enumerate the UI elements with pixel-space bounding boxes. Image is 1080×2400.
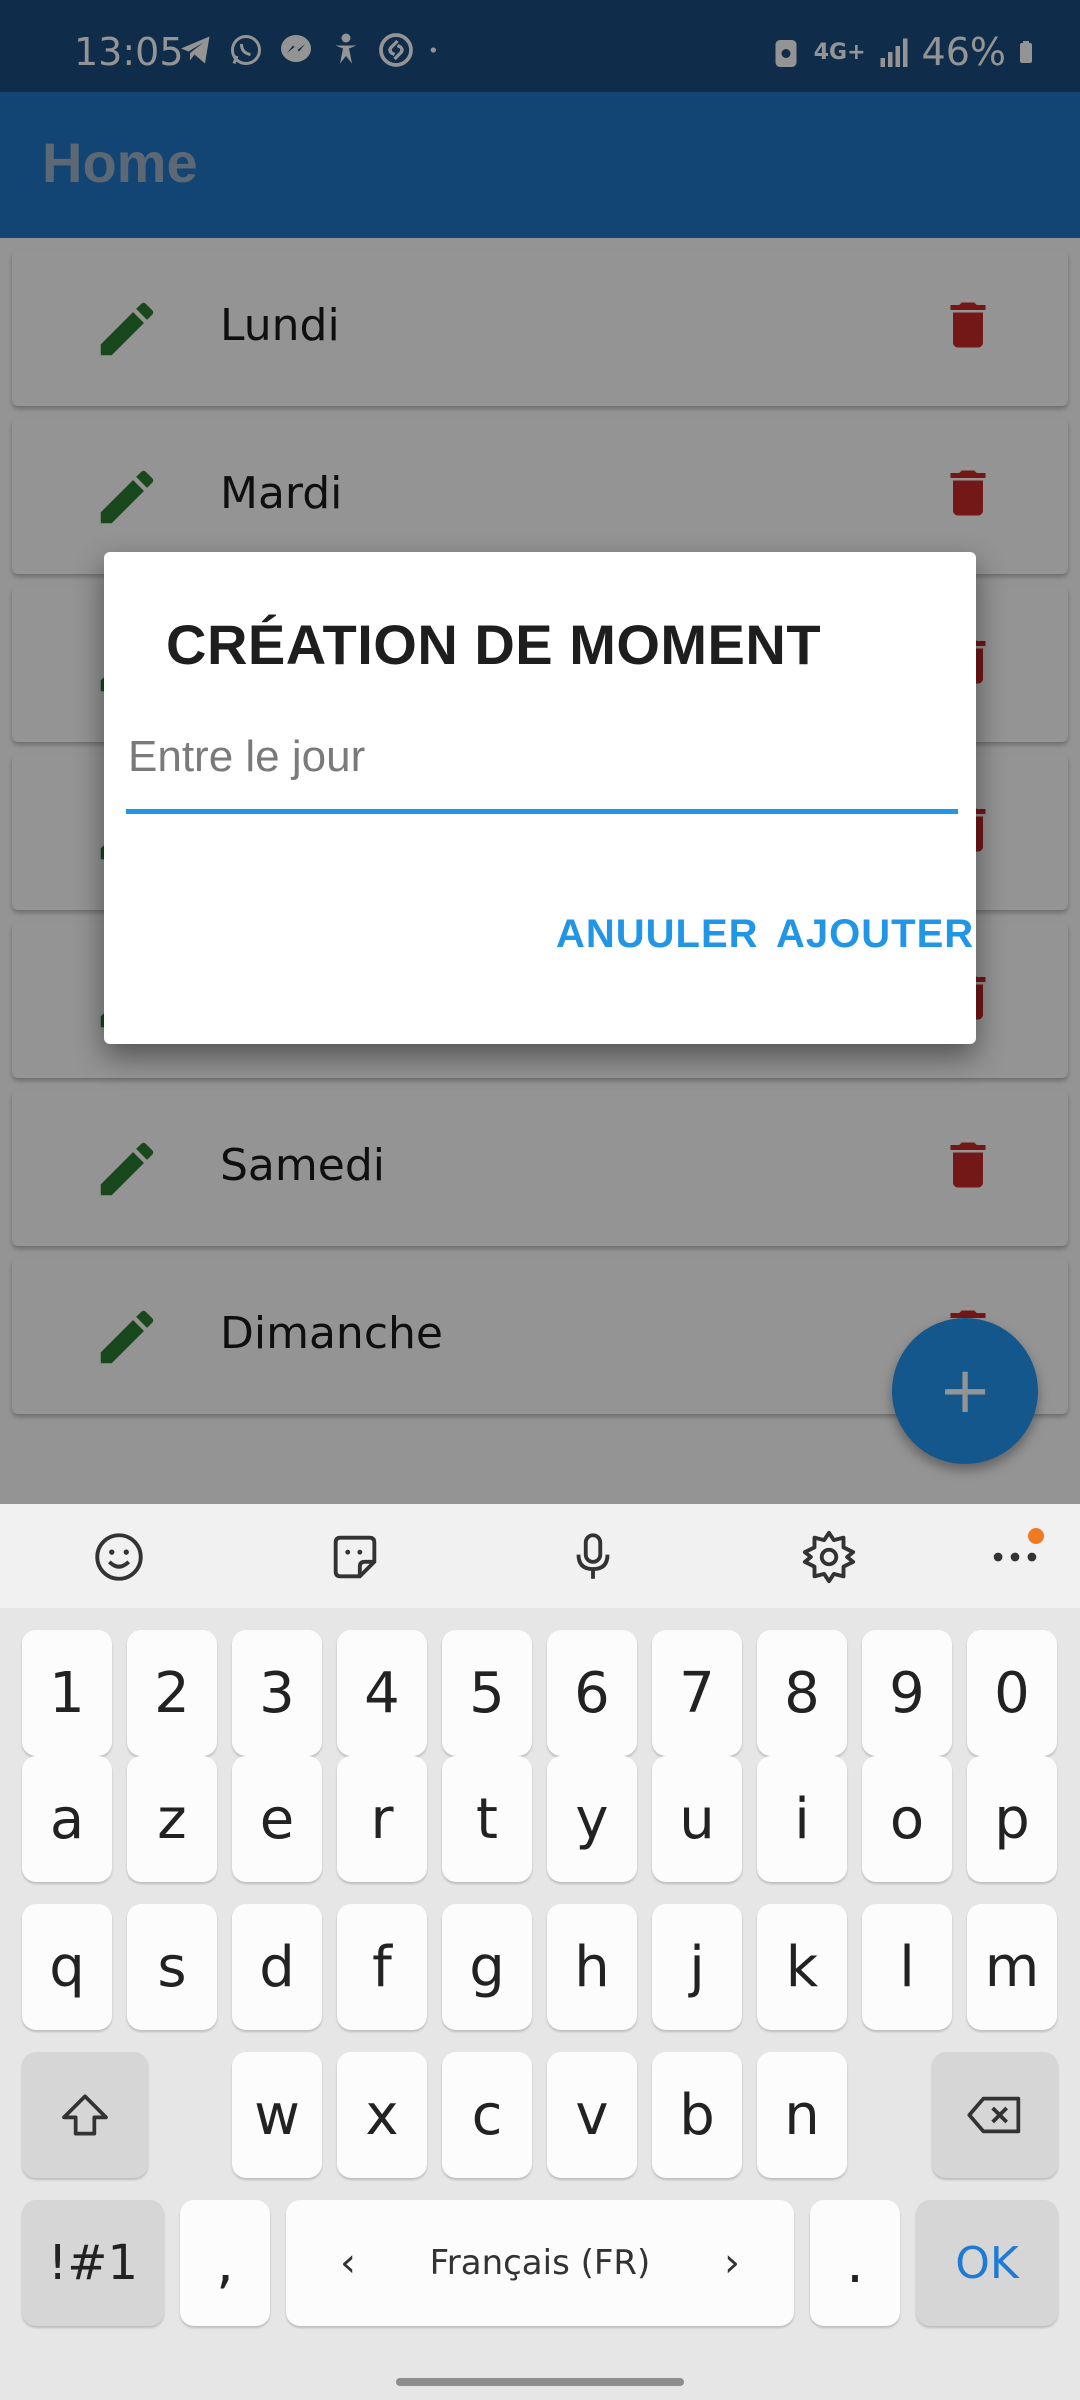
- key[interactable]: 0: [967, 1630, 1057, 1756]
- key[interactable]: o: [862, 1756, 952, 1882]
- comma-key[interactable]: ,: [180, 2200, 270, 2326]
- key[interactable]: h: [547, 1904, 637, 2030]
- sticker-icon[interactable]: [326, 1528, 384, 1586]
- key[interactable]: p: [967, 1756, 1057, 1882]
- key[interactable]: l: [862, 1904, 952, 2030]
- shift-icon: [62, 2094, 108, 2136]
- key[interactable]: 6: [547, 1630, 637, 1756]
- key[interactable]: 8: [757, 1630, 847, 1756]
- key[interactable]: 9: [862, 1630, 952, 1756]
- key[interactable]: k: [757, 1904, 847, 2030]
- key[interactable]: x: [337, 2052, 427, 2178]
- space-key[interactable]: ‹ Français (FR) ›: [286, 2200, 794, 2326]
- key[interactable]: a: [22, 1756, 112, 1882]
- key[interactable]: j: [652, 1904, 742, 2030]
- microphone-icon[interactable]: [564, 1528, 622, 1586]
- key[interactable]: g: [442, 1904, 532, 2030]
- chevron-left-icon: ‹: [340, 2240, 356, 2286]
- shift-key[interactable]: [22, 2052, 148, 2178]
- emoji-icon[interactable]: [90, 1528, 148, 1586]
- key[interactable]: 7: [652, 1630, 742, 1756]
- backspace-icon: [967, 2096, 1021, 2134]
- chevron-right-icon: ›: [724, 2240, 740, 2286]
- key[interactable]: 3: [232, 1630, 322, 1756]
- key[interactable]: c: [442, 2052, 532, 2178]
- space-key-label: Français (FR): [429, 2243, 651, 2283]
- key[interactable]: 5: [442, 1630, 532, 1756]
- add-button[interactable]: AJOUTER: [776, 912, 974, 957]
- key[interactable]: z: [127, 1756, 217, 1882]
- key[interactable]: v: [547, 2052, 637, 2178]
- settings-icon[interactable]: [800, 1528, 858, 1586]
- create-moment-dialog: CRÉATION DE MOMENT ANUULER AJOUTER: [104, 552, 976, 1044]
- key[interactable]: b: [652, 2052, 742, 2178]
- key[interactable]: 2: [127, 1630, 217, 1756]
- key[interactable]: f: [337, 1904, 427, 2030]
- backspace-key[interactable]: [932, 2052, 1058, 2178]
- dialog-title: CRÉATION DE MOMENT: [166, 613, 822, 676]
- key[interactable]: e: [232, 1756, 322, 1882]
- key[interactable]: m: [967, 1904, 1057, 2030]
- day-input[interactable]: [126, 712, 958, 814]
- key[interactable]: i: [757, 1756, 847, 1882]
- key[interactable]: d: [232, 1904, 322, 2030]
- key[interactable]: y: [547, 1756, 637, 1882]
- ok-key[interactable]: OK: [916, 2200, 1058, 2326]
- home-gesture-bar[interactable]: [396, 2378, 684, 2386]
- key[interactable]: r: [337, 1756, 427, 1882]
- keyboard-toolbar: [0, 1504, 1080, 1608]
- key[interactable]: u: [652, 1756, 742, 1882]
- key[interactable]: s: [127, 1904, 217, 2030]
- key[interactable]: 1: [22, 1630, 112, 1756]
- key[interactable]: 4: [337, 1630, 427, 1756]
- notification-dot: [1028, 1528, 1044, 1544]
- key[interactable]: w: [232, 2052, 322, 2178]
- key[interactable]: n: [757, 2052, 847, 2178]
- period-key[interactable]: .: [810, 2200, 900, 2326]
- keyboard-keys: 1 2 3 4 5 6 7 8 9 0 a z e r t y u i o p …: [0, 1608, 1080, 2400]
- symbols-key[interactable]: !#1: [22, 2200, 164, 2326]
- key[interactable]: t: [442, 1756, 532, 1882]
- soft-keyboard: 1 2 3 4 5 6 7 8 9 0 a z e r t y u i o p …: [0, 1504, 1080, 2400]
- cancel-button[interactable]: ANUULER: [556, 912, 759, 957]
- key[interactable]: q: [22, 1904, 112, 2030]
